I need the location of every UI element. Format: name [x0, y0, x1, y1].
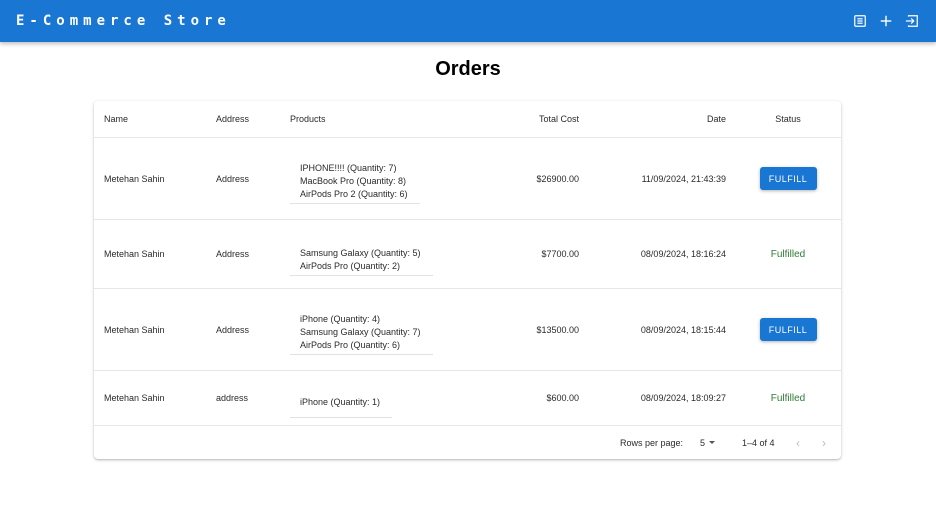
product-item: Samsung Galaxy (Quantity: 5): [300, 247, 421, 258]
product-item: iPhone (Quantity: 1): [300, 397, 381, 407]
order-total: $26900.00: [536, 173, 579, 184]
table-row: Metehan Sahin Address Samsung Galaxy (Qu…: [94, 220, 841, 289]
rows-per-page-label: Rows per page:: [620, 437, 684, 448]
next-page-icon[interactable]: ›: [822, 426, 826, 459]
order-status: FULFILL: [744, 289, 832, 370]
product-item: AirPods Pro (Quantity: 2): [300, 260, 401, 271]
order-total: $600.00: [546, 393, 579, 403]
order-address: Address: [216, 173, 250, 184]
table-row: Metehan Sahin address iPhone (Quantity: …: [94, 371, 841, 426]
chevron-down-icon: [709, 441, 716, 444]
rows-per-page-select[interactable]: 5: [700, 426, 716, 459]
order-date: 08/09/2024, 18:09:27: [640, 393, 726, 403]
products-list: iPhone (Quantity: 1): [290, 388, 393, 418]
table-pagination: Rows per page: 5 1–4 of 4 ‹ ›: [94, 426, 841, 459]
order-name: Metehan Sahin: [104, 324, 165, 335]
product-item: iPhone (Quantity: 4): [300, 314, 381, 324]
orders-table: Name Address Products Total Cost Date St…: [94, 101, 841, 459]
products-list: IPHONE!!!! (Quantity: 7) MacBook Pro (Qu…: [290, 160, 420, 204]
header-date[interactable]: Date: [614, 101, 726, 137]
product-item: IPHONE!!!! (Quantity: 7): [300, 163, 397, 173]
status-fulfilled: Fulfilled: [770, 248, 806, 260]
product-item: AirPods Pro 2 (Quantity: 6): [300, 189, 408, 199]
order-address: Address: [216, 324, 250, 335]
order-date: 08/09/2024, 18:16:24: [640, 249, 726, 259]
product-item: AirPods Pro (Quantity: 6): [300, 340, 401, 350]
previous-page-icon[interactable]: ‹: [796, 426, 800, 459]
order-total: $13500.00: [536, 324, 579, 335]
order-total: $7700.00: [541, 249, 579, 259]
product-item: Samsung Galaxy (Quantity: 7): [300, 327, 421, 337]
header-address[interactable]: Address: [216, 101, 286, 137]
order-name: Metehan Sahin: [104, 249, 165, 259]
header-products[interactable]: Products: [290, 101, 480, 137]
order-products: Samsung Galaxy (Quantity: 5) AirPods Pro…: [290, 220, 480, 288]
orders-list-icon[interactable]: [852, 13, 868, 29]
table-row: Metehan Sahin Address IPHONE!!!! (Quanti…: [94, 138, 841, 220]
order-products: iPhone (Quantity: 4) Samsung Galaxy (Qua…: [290, 289, 480, 370]
products-list: Samsung Galaxy (Quantity: 5) AirPods Pro…: [290, 244, 433, 276]
header-name[interactable]: Name: [104, 101, 214, 137]
app-bar-actions: [852, 13, 920, 29]
page-title: Orders: [435, 58, 501, 80]
order-date: 08/09/2024, 18:15:44: [640, 324, 726, 335]
order-status: FULFILL: [744, 138, 832, 219]
app-title[interactable]: E-Commerce Store: [16, 13, 231, 29]
fulfill-button[interactable]: FULFILL: [759, 318, 817, 341]
order-status: Fulfilled: [744, 371, 832, 425]
fulfill-button[interactable]: FULFILL: [759, 167, 817, 190]
products-list: iPhone (Quantity: 4) Samsung Galaxy (Qua…: [290, 311, 433, 355]
order-date: 11/09/2024, 21:43:39: [641, 173, 726, 184]
order-status: Fulfilled: [744, 220, 832, 288]
order-address: address: [216, 393, 249, 403]
rows-per-page-value: 5: [700, 437, 706, 448]
header-total-cost[interactable]: Total Cost: [479, 101, 579, 137]
order-products: IPHONE!!!! (Quantity: 7) MacBook Pro (Qu…: [290, 138, 480, 219]
status-fulfilled: Fulfilled: [770, 392, 806, 404]
logout-icon[interactable]: [904, 13, 920, 29]
product-item: MacBook Pro (Quantity: 8): [300, 176, 407, 186]
order-name: Metehan Sahin: [104, 173, 165, 184]
order-address: Address: [216, 249, 250, 259]
app-bar: E-Commerce Store: [0, 0, 936, 42]
header-status[interactable]: Status: [744, 101, 832, 137]
table-header-row: Name Address Products Total Cost Date St…: [94, 101, 841, 138]
pagination-range: 1–4 of 4: [742, 437, 775, 448]
order-name: Metehan Sahin: [104, 393, 165, 403]
table-row: Metehan Sahin Address iPhone (Quantity: …: [94, 289, 841, 371]
add-icon[interactable]: [878, 13, 894, 29]
order-products: iPhone (Quantity: 1): [290, 371, 480, 425]
